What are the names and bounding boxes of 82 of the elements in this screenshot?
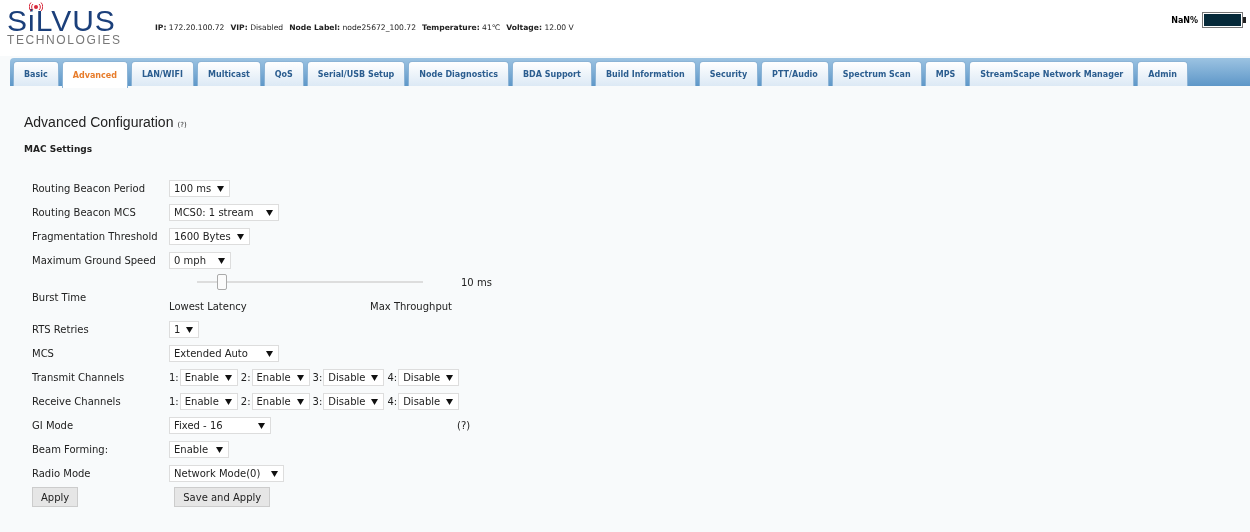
dropdown[interactable]: Enable [179, 369, 238, 386]
setting-label: Transmit Channels [32, 372, 126, 383]
slider-max-label: Max Throughput [370, 301, 452, 312]
channel-index: 4: [387, 396, 398, 407]
help-link[interactable]: (?) [457, 420, 471, 431]
slider-reading: 10 ms [461, 276, 492, 288]
nav-tab[interactable]: Node Diagnostics [408, 61, 509, 86]
nav-tab[interactable]: BDA Support [512, 61, 592, 86]
slider-handle[interactable] [216, 274, 227, 290]
dropdown[interactable]: 100 ms [169, 180, 231, 197]
nav-tab[interactable]: Serial/USB Setup [306, 61, 406, 86]
caret-icon [216, 446, 223, 453]
setting-label: Receive Channels [32, 396, 122, 407]
nav-tab[interactable]: LAN/WIFI [130, 61, 195, 86]
channel-index: 3: [312, 372, 323, 383]
caret-icon [218, 257, 225, 264]
dropdown[interactable]: Disable [323, 369, 385, 386]
caret-icon [296, 374, 304, 381]
setting-label: Fragmentation Threshold [32, 231, 159, 242]
dropdown[interactable]: 0 mph [169, 252, 231, 269]
logo-subtitle: TECHNOLOGIES [7, 33, 123, 47]
dropdown[interactable]: Network Mode(0) [169, 465, 284, 482]
setting-label: RTS Retries [32, 324, 90, 335]
dropdown[interactable]: Enable [179, 393, 238, 410]
caret-icon [236, 233, 244, 240]
caret-icon [266, 350, 273, 357]
dropdown[interactable]: Disable [398, 393, 460, 410]
battery-icon [1202, 12, 1246, 28]
nav-tab[interactable]: PTT/Audio [761, 61, 829, 86]
battery-reading: NaN% [1171, 15, 1198, 25]
setting-label: GI Mode [32, 420, 75, 431]
nav-tab[interactable]: Multicast [197, 61, 261, 86]
nav-tab[interactable]: StreamScape Network Manager [969, 61, 1135, 86]
caret-icon [258, 422, 265, 429]
setting-label: MCS [32, 348, 55, 359]
section-heading: MAC Settings [24, 144, 94, 154]
dropdown[interactable]: Disable [323, 393, 385, 410]
setting-label: Burst Time [32, 292, 88, 303]
dropdown[interactable]: 1 [169, 321, 200, 338]
dropdown[interactable]: Extended Auto [169, 345, 279, 362]
nav-tab[interactable]: Spectrum Scan [831, 61, 922, 86]
slider-min-label: Lowest Latency [169, 301, 247, 312]
setting-label: Routing Beacon MCS [32, 207, 137, 218]
channel-index: 4: [387, 372, 398, 383]
dropdown[interactable]: MCS0: 1 stream [169, 204, 279, 221]
caret-icon [271, 470, 278, 477]
caret-icon [224, 374, 232, 381]
setting-label: Radio Mode [32, 468, 92, 479]
caret-icon [266, 209, 273, 216]
nav-tab[interactable]: MPS [924, 61, 967, 86]
radio-signal-icon [29, 2, 43, 11]
action-button[interactable]: Apply [32, 487, 79, 507]
nav-tab[interactable]: Build Information [594, 61, 696, 86]
page-title: Advanced Configuration [24, 114, 174, 130]
dropdown[interactable]: Enable [169, 441, 229, 458]
dropdown[interactable]: Enable [251, 393, 310, 410]
action-button[interactable]: Save and Apply [174, 487, 271, 507]
dropdown[interactable]: 1600 Bytes [169, 228, 250, 245]
caret-icon [371, 398, 379, 405]
channel-index: 2: [240, 372, 251, 383]
channel-index: 1: [169, 396, 179, 407]
caret-icon [186, 326, 194, 333]
nav-tab[interactable]: QoS [263, 61, 304, 86]
setting-label: Maximum Ground Speed [32, 255, 157, 266]
caret-icon [224, 398, 232, 405]
setting-label: Routing Beacon Period [32, 183, 146, 194]
nav-tab[interactable]: Admin [1137, 61, 1188, 86]
caret-icon [296, 398, 304, 405]
dropdown[interactable]: Enable [251, 369, 310, 386]
channel-index: 1: [169, 372, 179, 383]
channel-index: 2: [240, 396, 251, 407]
dropdown[interactable]: Fixed - 16 [169, 417, 271, 434]
channel-index: 3: [312, 396, 323, 407]
caret-icon [371, 374, 379, 381]
dropdown[interactable]: Disable [398, 369, 460, 386]
caret-icon [217, 185, 225, 192]
logo-wordmark: SiLVUS [7, 10, 116, 32]
caret-icon [446, 398, 454, 405]
nav-tab[interactable]: Security [698, 61, 759, 86]
setting-label: Beam Forming: [32, 444, 110, 455]
nav-tab[interactable]: Basic [13, 61, 59, 86]
caret-icon [446, 374, 454, 381]
